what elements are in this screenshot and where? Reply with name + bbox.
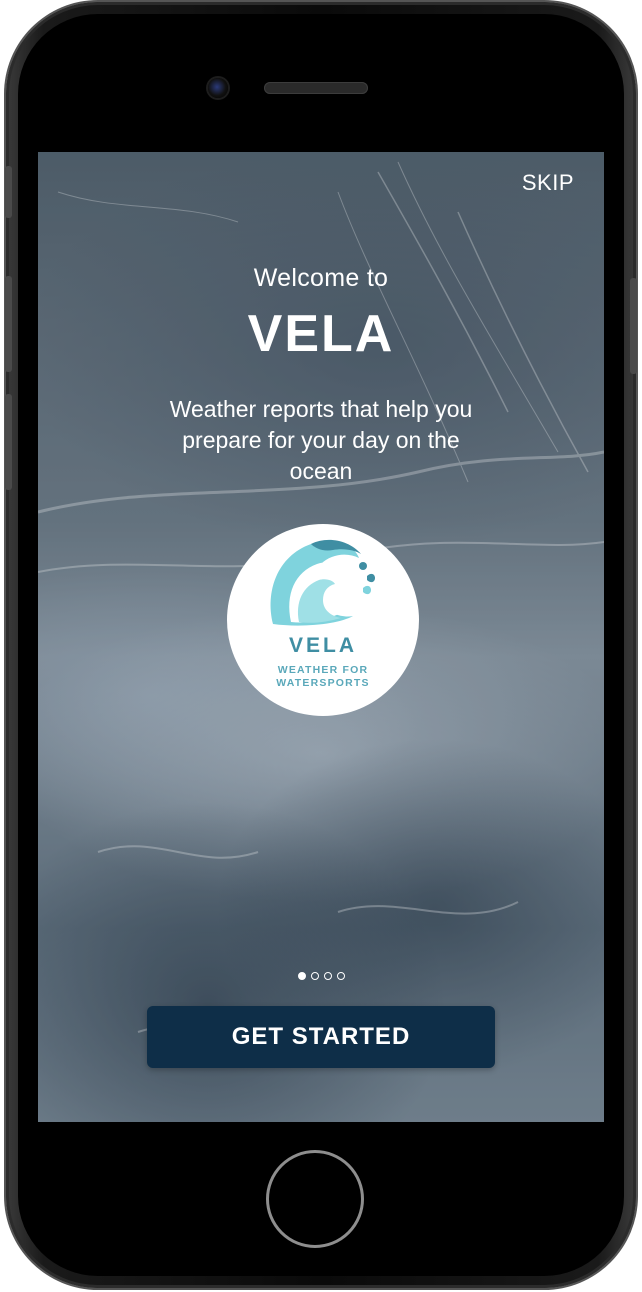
power-button	[630, 278, 637, 374]
page-dot-3[interactable]	[323, 972, 332, 980]
onboarding-screen: SKIP Welcome to VELA Weather reports tha…	[38, 152, 604, 1122]
wave-icon	[270, 539, 375, 626]
app-title: VELA	[247, 305, 395, 363]
skip-link[interactable]: SKIP	[522, 170, 574, 196]
logo-subtitle-line1: WEATHER FOR	[277, 664, 369, 676]
volume-down-button	[5, 394, 12, 490]
mute-switch	[5, 166, 12, 218]
get-started-button[interactable]: GET STARTED	[147, 1006, 495, 1068]
logo-name: VELA	[288, 634, 357, 657]
page-dot-4[interactable]	[336, 972, 345, 980]
page-dot-1[interactable]	[297, 972, 306, 980]
app-logo: VELA WEATHER FOR WATERSPORTS	[227, 524, 419, 716]
logo-subtitle: WEATHER FOR WATERSPORTS	[227, 664, 419, 690]
volume-up-button	[5, 276, 12, 372]
front-camera	[208, 78, 228, 98]
page-dot-2[interactable]	[310, 972, 319, 980]
earpiece-speaker	[264, 82, 368, 94]
welcome-text: Welcome to	[253, 264, 389, 292]
page-indicator	[38, 972, 604, 980]
tagline: Weather reports that help you prepare fo…	[169, 396, 473, 484]
logo-subtitle-line2: WATERSPORTS	[276, 677, 370, 689]
home-button[interactable]	[266, 1150, 364, 1248]
